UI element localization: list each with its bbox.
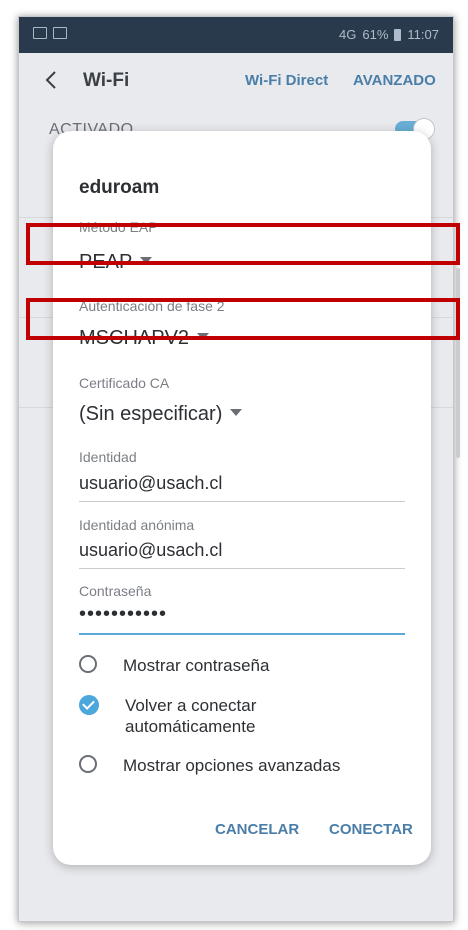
advanced-options-label: Mostrar opciones avanzadas (123, 756, 341, 775)
anonymous-identity-input[interactable]: usuario@usach.cl (79, 540, 222, 561)
page-title: Wi-Fi (83, 70, 130, 91)
gallery-notification-icon (33, 27, 47, 39)
show-password-label: Mostrar contraseña (123, 656, 270, 675)
checkbox-checked-icon[interactable] (79, 695, 99, 715)
anonymous-identity-label: Identidad anónima (79, 517, 195, 533)
clock: 11:07 (407, 27, 439, 42)
ca-cert-value: (Sin especificar) (79, 403, 223, 425)
password-label: Contraseña (79, 583, 152, 599)
battery-level: 61% (362, 27, 389, 42)
app-bar: Wi-Fi Wi-Fi Direct AVANZADO (19, 53, 453, 109)
highlight-phase2 (26, 298, 460, 340)
cancel-button[interactable]: CANCELAR (215, 821, 299, 838)
radio-unchecked-icon[interactable] (79, 755, 97, 773)
network-type: 4G (339, 27, 357, 42)
ca-cert-label: Certificado CA (79, 375, 170, 391)
scrollbar[interactable] (456, 268, 460, 458)
wifi-direct-button[interactable]: Wi-Fi Direct (245, 72, 328, 89)
phone-screen: 4G 61% 11:07 Wi-Fi Wi-Fi Direct AVANZADO… (18, 16, 454, 922)
identity-label: Identidad (79, 449, 137, 465)
advanced-button[interactable]: AVANZADO (353, 72, 436, 89)
dropdown-caret-icon (230, 409, 243, 417)
radio-unchecked-icon[interactable] (79, 655, 97, 673)
status-bar: 4G 61% 11:07 (19, 17, 453, 53)
dialog-title: eduroam (79, 177, 160, 198)
auto-reconnect-option[interactable]: Volver a conectar automáticamente (79, 695, 335, 737)
highlight-eap-method (26, 223, 460, 265)
advanced-options-option[interactable]: Mostrar opciones avanzadas (79, 755, 340, 776)
ca-cert-select[interactable]: (Sin especificar) (79, 403, 243, 426)
identity-input[interactable]: usuario@usach.cl (79, 473, 222, 494)
back-arrow-icon[interactable] (41, 69, 63, 91)
image-notification-icon (53, 27, 67, 39)
auto-reconnect-label: Volver a conectar automáticamente (125, 696, 257, 736)
show-password-option[interactable]: Mostrar contraseña (79, 655, 269, 676)
battery-icon (394, 28, 402, 41)
password-input[interactable]: ••••••••••• (79, 603, 167, 626)
connect-button[interactable]: CONECTAR (329, 821, 413, 838)
